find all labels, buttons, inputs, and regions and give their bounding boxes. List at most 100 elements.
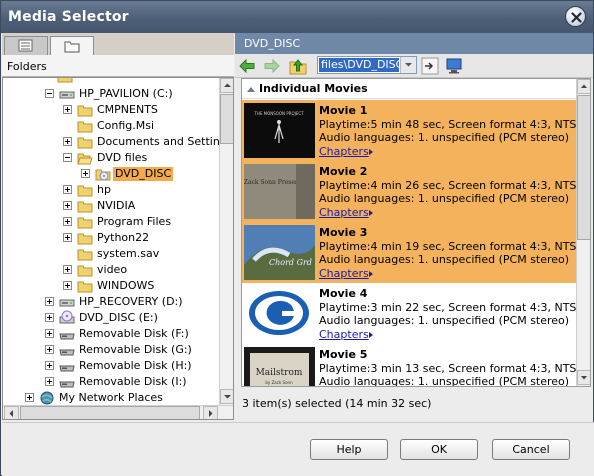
tree-item[interactable]: DVD files	[3, 150, 218, 166]
movie-playtime: Playtime:3 min 22 sec, Screen format 4:3…	[319, 301, 585, 314]
tree-item[interactable]: hp	[3, 182, 218, 198]
hscroll-thumb[interactable]	[20, 406, 200, 419]
chapters-link[interactable]: Chapters	[319, 328, 369, 341]
expand-button[interactable]	[25, 393, 34, 402]
expand-button[interactable]	[45, 313, 54, 322]
chevron-right-icon[interactable]	[369, 271, 373, 277]
scroll-down-button[interactable]	[577, 370, 590, 385]
tree-horizontal-scrollbar[interactable]	[3, 405, 233, 419]
movie-thumbnail: Chord Grd	[244, 225, 315, 280]
chapters-link[interactable]: Chapters	[319, 267, 369, 280]
tree-item[interactable]: Program Files	[3, 214, 218, 230]
path-combobox[interactable]: files\DVD_DISC	[317, 56, 417, 74]
forward-arrow-icon[interactable]	[263, 57, 281, 75]
section-header[interactable]: Individual Movies	[242, 79, 576, 99]
chapters-link[interactable]: Chapters	[319, 145, 369, 158]
monitor-icon[interactable]	[445, 57, 463, 75]
tab-list-view[interactable]	[4, 36, 48, 55]
expand-button[interactable]	[63, 265, 72, 274]
movie-playtime: Playtime:4 min 26 sec, Screen format 4:3…	[319, 179, 585, 192]
tab-folders[interactable]	[50, 36, 94, 56]
folder-icon	[77, 281, 93, 293]
tree-item[interactable]: DVD_DISC (E:)	[3, 310, 218, 326]
tree-item-label: NVIDIA	[97, 199, 136, 212]
media-selector-window: Media Selector Folders HP_PAVILION (C:) …	[0, 0, 594, 476]
scroll-down-button[interactable]	[220, 389, 233, 404]
scroll-thumb[interactable]	[220, 94, 233, 144]
expand-button[interactable]	[81, 169, 90, 178]
expand-button[interactable]	[63, 201, 72, 210]
section-title: Individual Movies	[259, 82, 368, 95]
close-button[interactable]	[565, 6, 586, 27]
cancel-button[interactable]: Cancel	[492, 439, 570, 460]
movie-audio: Audio languages: 1. unspecified (PCM ste…	[319, 253, 570, 266]
tree-item[interactable]: video	[3, 262, 218, 278]
tree-item[interactable]: HP_PAVILION (C:)	[3, 86, 218, 102]
expand-button[interactable]	[45, 345, 54, 354]
expand-button[interactable]	[63, 217, 72, 226]
collapse-button[interactable]	[63, 153, 72, 162]
collapse-button[interactable]	[45, 89, 54, 98]
movie-thumbnail	[244, 286, 315, 341]
expand-button[interactable]	[45, 329, 54, 338]
tree-vertical-scrollbar[interactable]	[219, 78, 233, 405]
tree-item[interactable]: Config.Msi	[3, 118, 218, 134]
movie-row[interactable]: Chord Grd Movie 3 Playtime:4 min 19 sec, S…	[242, 222, 584, 283]
movie-row[interactable]: THE MONSOON PROJECT Movie 1 Playtime:5 min…	[242, 100, 584, 161]
tree-item[interactable]: NVIDIA	[3, 198, 218, 214]
chevron-right-icon[interactable]	[369, 210, 373, 216]
chevron-right-icon[interactable]	[369, 149, 373, 155]
help-button[interactable]: Help	[310, 439, 388, 460]
tree-item-label: Removable Disk (H:)	[79, 359, 192, 372]
tree-item[interactable]: Removable Disk (F:)	[3, 326, 218, 342]
tree-item[interactable]: system.sav	[3, 246, 218, 262]
scroll-up-button[interactable]	[220, 78, 233, 93]
tree-item[interactable]: HP_RECOVERY (D:)	[3, 294, 218, 310]
scroll-thumb[interactable]	[577, 95, 590, 240]
go-arrow-icon[interactable]	[421, 57, 439, 75]
network-places-icon	[40, 391, 54, 405]
movie-list[interactable]: Individual Movies THE MONSOON PROJECT Mov…	[241, 78, 591, 387]
tree-item-label: DVD_DISC	[113, 167, 174, 181]
movie-playtime: Playtime:3 min 13 sec, Screen format 4:3…	[319, 362, 585, 375]
back-arrow-icon[interactable]	[238, 57, 256, 75]
expand-button[interactable]	[45, 297, 54, 306]
chapters-link[interactable]: Chapters	[319, 206, 369, 219]
movie-row[interactable]: Movie 4 Playtime:3 min 22 sec, Screen for…	[242, 283, 584, 344]
tree-item[interactable]: Documents and Settings	[3, 134, 233, 150]
tree-item[interactable]: DVD_DISC	[3, 166, 218, 182]
expand-button[interactable]	[45, 377, 54, 386]
expand-button[interactable]	[63, 137, 72, 146]
expand-button[interactable]	[45, 361, 54, 370]
path-dropdown-button[interactable]	[400, 57, 416, 73]
scroll-right-button[interactable]	[203, 406, 218, 419]
movie-row[interactable]: Zack Sonn Presents Movie 2 Playtime:4 min …	[242, 161, 584, 222]
tree-item[interactable]: Removable Disk (G:)	[3, 342, 218, 358]
scroll-left-button[interactable]	[4, 406, 19, 419]
collapse-arrow-icon	[247, 87, 255, 92]
title-bar[interactable]: Media Selector	[1, 1, 593, 33]
expand-button[interactable]	[63, 105, 72, 114]
tree-item[interactable]: Removable Disk (I:)	[3, 374, 218, 390]
folder-tree[interactable]: HP_PAVILION (C:) CMPNENTS Config.Msi Docume…	[2, 77, 234, 420]
movie-title: Movie 3	[319, 226, 368, 239]
ok-button[interactable]: OK	[400, 439, 478, 460]
expand-button[interactable]	[63, 281, 72, 290]
tree-item[interactable]: Removable Disk (H:)	[3, 358, 218, 374]
list-view-icon	[18, 39, 33, 52]
tree-item[interactable]: My Network Places	[3, 390, 218, 406]
movie-row[interactable]: Mailstrom by Zack Sonn Movie 5 Playtime:3 m…	[242, 344, 584, 386]
tree-item[interactable]: CMPNENTS	[3, 102, 218, 118]
drive-icon	[59, 91, 75, 99]
scroll-up-button[interactable]	[577, 79, 590, 94]
expand-button[interactable]	[63, 185, 72, 194]
path-input[interactable]: files\DVD_DISC	[319, 58, 399, 72]
movie-list-scrollbar[interactable]	[576, 79, 590, 386]
folder-icon	[64, 41, 80, 53]
expand-button[interactable]	[63, 233, 72, 242]
tree-item-label: WINDOWS	[97, 279, 155, 292]
chevron-right-icon[interactable]	[369, 332, 373, 338]
tree-item[interactable]: Python22	[3, 230, 218, 246]
up-folder-icon[interactable]	[289, 57, 307, 75]
tree-item[interactable]: WINDOWS	[3, 278, 218, 294]
